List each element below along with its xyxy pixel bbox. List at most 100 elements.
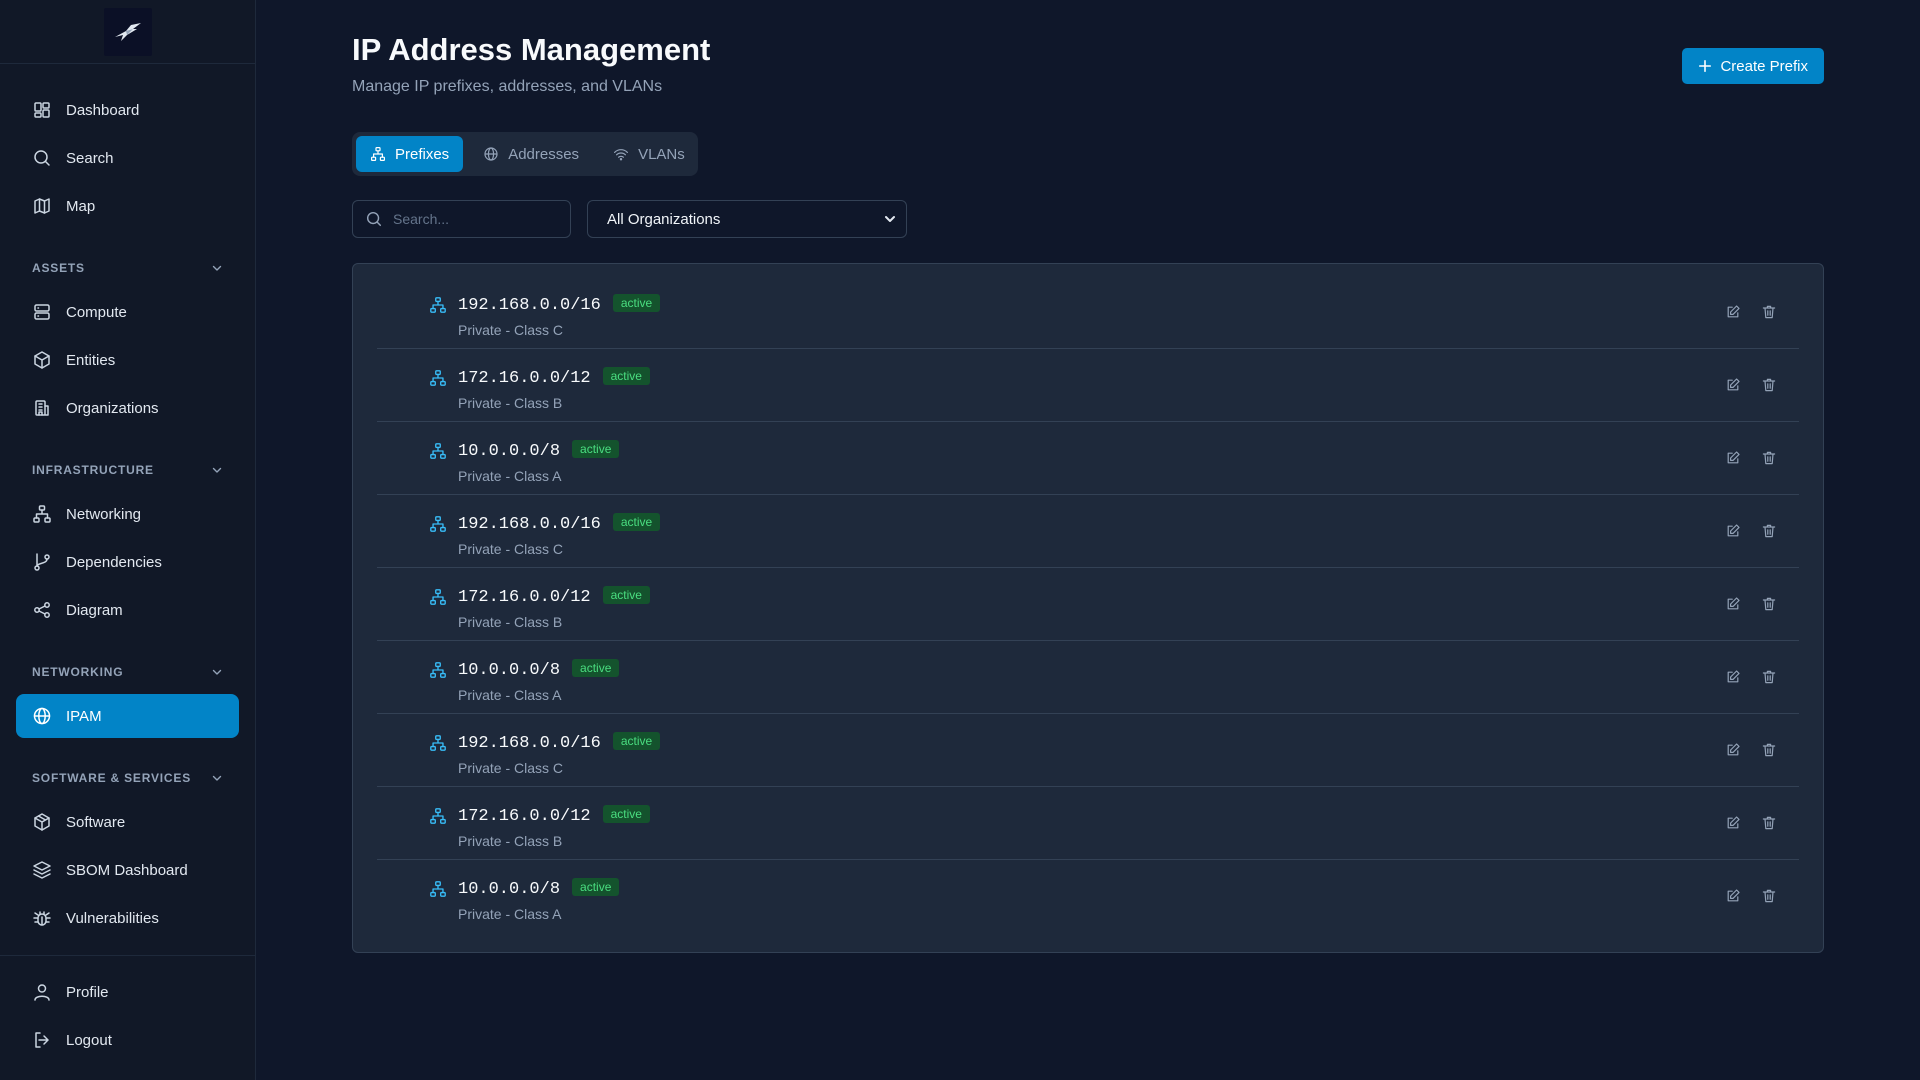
prefix-cidr: 10.0.0.0/8 bbox=[458, 661, 561, 680]
search-input[interactable] bbox=[393, 211, 563, 227]
sidebar-item-label: Profile bbox=[66, 983, 109, 1001]
sidebar-item-dashboard[interactable]: Dashboard bbox=[16, 88, 239, 132]
prefix-cidr-line: 192.168.0.0/16 active bbox=[458, 732, 661, 753]
prefix-cidr: 172.16.0.0/12 bbox=[458, 369, 591, 388]
prefix-cidr: 172.16.0.0/12 bbox=[458, 588, 591, 607]
network-icon bbox=[430, 662, 446, 678]
prefix-description: Private - Class C bbox=[458, 760, 564, 776]
sidebar-item-label: Dependencies bbox=[66, 553, 162, 571]
prefix-row[interactable]: 172.16.0.0/12 active Private - Class B bbox=[377, 568, 1799, 641]
edit-icon[interactable] bbox=[1725, 523, 1741, 539]
prefix-row[interactable]: 192.168.0.0/16 active Private - Class C bbox=[377, 495, 1799, 568]
status-badge: active bbox=[602, 805, 650, 823]
sidebar-item-map[interactable]: Map bbox=[16, 184, 239, 228]
section-header-assets[interactable]: ASSETS bbox=[32, 256, 223, 280]
prefix-cidr-line: 10.0.0.0/8 active bbox=[458, 878, 620, 899]
package-icon bbox=[34, 813, 50, 831]
edit-icon[interactable] bbox=[1725, 742, 1741, 758]
trash-icon[interactable] bbox=[1761, 304, 1777, 320]
status-badge: active bbox=[612, 294, 661, 312]
prefix-row[interactable]: 192.168.0.0/16 active Private - Class C bbox=[377, 714, 1799, 787]
sidebar-item-ipam[interactable]: IPAM bbox=[16, 694, 239, 738]
section-header-networking[interactable]: NETWORKING bbox=[32, 660, 223, 684]
search-field[interactable] bbox=[352, 200, 571, 238]
row-actions bbox=[1705, 669, 1777, 685]
create-prefix-button[interactable]: Create Prefix bbox=[1682, 48, 1824, 84]
tab-prefixes[interactable]: Prefixes bbox=[356, 136, 464, 172]
sidebar-nav: Dashboard Search Map ASSETS Compute Entities O… bbox=[0, 64, 255, 940]
chevron-down-icon bbox=[885, 216, 895, 222]
sidebar-item-search[interactable]: Search bbox=[16, 136, 239, 180]
layers-icon bbox=[33, 861, 51, 879]
trash-icon[interactable] bbox=[1761, 888, 1777, 904]
section-title: NETWORKING bbox=[32, 665, 124, 679]
chevron-down-icon bbox=[212, 467, 222, 473]
edit-icon[interactable] bbox=[1725, 669, 1741, 685]
sidebar-item-label: Diagram bbox=[66, 601, 123, 619]
sidebar-item-entities[interactable]: Entities bbox=[16, 338, 239, 382]
sidebar-item-sbom-dashboard[interactable]: SBOM Dashboard bbox=[16, 848, 239, 892]
edit-icon[interactable] bbox=[1725, 815, 1741, 831]
edit-icon[interactable] bbox=[1725, 888, 1741, 904]
sidebar-item-label: Compute bbox=[66, 303, 127, 321]
section-header-software-services[interactable]: SOFTWARE & SERVICES bbox=[32, 766, 223, 790]
trash-icon[interactable] bbox=[1761, 450, 1777, 466]
logo-area bbox=[0, 0, 255, 64]
prefix-cidr: 10.0.0.0/8 bbox=[458, 880, 561, 899]
sidebar-item-vulnerabilities[interactable]: Vulnerabilities bbox=[16, 896, 239, 940]
trash-icon[interactable] bbox=[1761, 669, 1777, 685]
edit-icon[interactable] bbox=[1725, 304, 1741, 320]
prefix-row[interactable]: 10.0.0.0/8 active Private - Class A bbox=[377, 641, 1799, 714]
prefix-icon-wrap bbox=[429, 515, 447, 533]
prefix-row[interactable]: 10.0.0.0/8 active Private - Class A bbox=[377, 422, 1799, 495]
trash-icon[interactable] bbox=[1761, 742, 1777, 758]
share-icon bbox=[34, 602, 50, 618]
ipam-tabs: Prefixes Addresses VLANs bbox=[352, 132, 698, 176]
prefix-row[interactable]: 192.168.0.0/16 active Private - Class C bbox=[377, 276, 1799, 349]
edit-icon[interactable] bbox=[1725, 596, 1741, 612]
prefix-icon-wrap bbox=[429, 369, 447, 387]
tab-addresses[interactable]: Addresses bbox=[469, 136, 593, 172]
sidebar-item-networking[interactable]: Networking bbox=[16, 492, 239, 536]
search-icon bbox=[34, 150, 50, 166]
prefix-row[interactable]: 10.0.0.0/8 active Private - Class A bbox=[377, 860, 1799, 933]
edit-icon[interactable] bbox=[1725, 377, 1741, 393]
trash-icon[interactable] bbox=[1761, 377, 1777, 393]
sidebar-item-dependencies[interactable]: Dependencies bbox=[16, 540, 239, 584]
git-branch-icon bbox=[34, 553, 50, 571]
prefix-cidr-line: 10.0.0.0/8 active bbox=[458, 440, 620, 461]
prefix-icon-wrap bbox=[429, 661, 447, 679]
edit-icon[interactable] bbox=[1725, 450, 1741, 466]
prefix-description: Private - Class B bbox=[458, 395, 563, 411]
network-icon bbox=[430, 881, 446, 897]
sidebar-item-diagram[interactable]: Diagram bbox=[16, 588, 239, 632]
page-title: IP Address Management bbox=[352, 32, 711, 67]
section-title: INFRASTRUCTURE bbox=[32, 463, 154, 477]
section-header-infrastructure[interactable]: INFRASTRUCTURE bbox=[32, 458, 223, 482]
sidebar-item-software[interactable]: Software bbox=[16, 800, 239, 844]
row-actions bbox=[1705, 888, 1777, 904]
sidebar-item-label: Vulnerabilities bbox=[66, 909, 159, 927]
globe-icon bbox=[484, 147, 498, 161]
tab-vlans[interactable]: VLANs bbox=[599, 136, 699, 172]
prefix-row[interactable]: 172.16.0.0/12 active Private - Class B bbox=[377, 787, 1799, 860]
search-icon bbox=[366, 211, 382, 227]
trash-icon[interactable] bbox=[1761, 596, 1777, 612]
prefix-row[interactable]: 172.16.0.0/12 active Private - Class B bbox=[377, 349, 1799, 422]
sidebar-item-compute[interactable]: Compute bbox=[16, 290, 239, 334]
chevron-down-icon bbox=[212, 775, 222, 781]
trash-icon[interactable] bbox=[1761, 523, 1777, 539]
status-badge: active bbox=[612, 513, 661, 531]
sidebar-footer: Profile Logout bbox=[0, 955, 255, 1080]
row-actions bbox=[1705, 742, 1777, 758]
prefix-icon-wrap bbox=[429, 296, 447, 314]
prefix-cidr: 10.0.0.0/8 bbox=[458, 442, 561, 461]
trash-icon[interactable] bbox=[1761, 815, 1777, 831]
organization-select[interactable]: All Organizations bbox=[587, 200, 907, 238]
row-actions bbox=[1705, 450, 1777, 466]
sidebar-item-logout[interactable]: Logout bbox=[16, 1018, 239, 1062]
app-logo[interactable] bbox=[103, 7, 152, 56]
sidebar-item-organizations[interactable]: Organizations bbox=[16, 386, 239, 430]
globe-icon bbox=[33, 707, 51, 725]
sidebar-item-profile[interactable]: Profile bbox=[16, 970, 239, 1014]
